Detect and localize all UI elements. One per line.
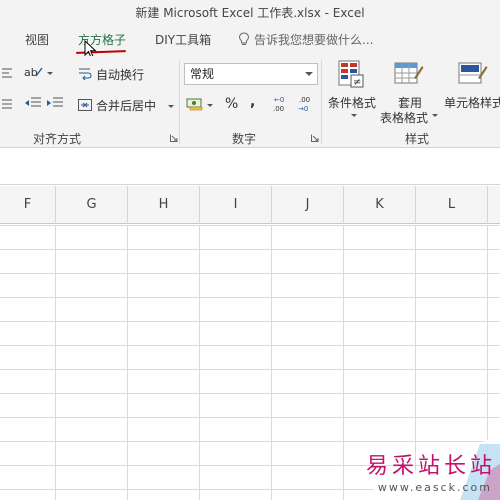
formula-bar-area[interactable]	[0, 149, 500, 185]
column-header-i[interactable]: I	[200, 186, 272, 224]
column-header-f[interactable]: F	[0, 186, 56, 224]
decrease-indent-icon[interactable]	[24, 96, 42, 110]
window-title: 新建 Microsoft Excel 工作表.xlsx - Excel	[0, 0, 500, 26]
increase-decimal-icon[interactable]: ←0 .00	[272, 95, 292, 113]
tab-diy-toolbox[interactable]: DIY工具箱	[155, 26, 211, 56]
conditional-formatting-button[interactable]: ≠ 条件格式	[326, 60, 380, 126]
column-header-l[interactable]: L	[416, 186, 488, 224]
comma-button[interactable]: ,	[250, 94, 255, 110]
watermark-url: www.easck.com	[377, 481, 492, 494]
orientation-icon[interactable]: ab	[24, 64, 46, 80]
chevron-down-icon	[432, 114, 438, 117]
cell-styles-button[interactable]: 单元格样式	[444, 60, 500, 126]
merge-center-dropdown[interactable]	[167, 105, 174, 108]
gridline	[199, 225, 200, 500]
conditional-formatting-label: 条件格式	[328, 96, 377, 110]
chevron-down-icon	[305, 72, 313, 76]
tab-view[interactable]: 视图	[25, 26, 49, 56]
merge-center-icon	[78, 99, 92, 111]
svg-text:≠: ≠	[353, 77, 361, 88]
wrap-text-icon	[79, 68, 92, 81]
gridline	[55, 225, 56, 500]
chevron-down-icon	[351, 114, 357, 117]
column-header-k[interactable]: K	[344, 186, 416, 224]
divider	[321, 60, 322, 144]
tell-me-placeholder: 告诉我您想要做什么...	[254, 33, 374, 47]
svg-text:→0: →0	[298, 105, 308, 113]
column-header-row: F G H I J K L	[0, 186, 500, 224]
merge-center-label: 合并后居中	[96, 99, 157, 113]
svg-text:ab: ab	[24, 66, 38, 79]
wrap-text-button[interactable]: 自动换行	[78, 66, 144, 83]
number-format-value: 常规	[190, 67, 215, 81]
watermark-text: 易采站长站	[365, 454, 496, 479]
styles-group-label: 样式	[405, 132, 430, 146]
divider	[179, 60, 180, 144]
column-header-g[interactable]: G	[56, 186, 128, 224]
number-group-label: 数字	[232, 132, 257, 146]
cell-styles-icon	[458, 62, 488, 84]
alignment-launcher-icon[interactable]	[170, 134, 178, 142]
svg-text:.00: .00	[299, 96, 310, 104]
indent-lines-icon[interactable]	[2, 97, 14, 111]
format-as-table-icon	[394, 62, 424, 84]
percent-button[interactable]: %	[225, 96, 238, 112]
tell-me-box[interactable]: 告诉我您想要做什么...	[238, 26, 373, 56]
gridline	[271, 225, 272, 500]
conditional-formatting-icon: ≠	[338, 60, 364, 88]
lightbulb-icon	[238, 32, 250, 45]
orientation-dropdown[interactable]	[47, 66, 53, 80]
gridline	[343, 225, 344, 500]
currency-dropdown[interactable]	[207, 98, 213, 112]
svg-text:←0: ←0	[274, 96, 284, 104]
align-lines-icon[interactable]	[2, 66, 14, 80]
wrap-text-label: 自动换行	[96, 68, 145, 82]
column-header-j[interactable]: J	[272, 186, 344, 224]
merge-center-button[interactable]: 合并后居中	[78, 97, 174, 114]
alignment-group-label: 对齐方式	[33, 132, 82, 146]
increase-indent-icon[interactable]	[46, 96, 64, 110]
decrease-decimal-icon[interactable]: .00 →0	[296, 95, 316, 113]
cell-styles-label: 单元格样式	[444, 96, 500, 110]
format-as-table-label-line2: 表格格式	[380, 111, 429, 125]
gridline	[127, 225, 128, 500]
format-as-table-button[interactable]: 套用 表格格式	[380, 60, 442, 126]
svg-text:.00: .00	[273, 105, 284, 113]
currency-icon[interactable]	[186, 96, 206, 112]
column-header-h[interactable]: H	[128, 186, 200, 224]
number-format-select[interactable]: 常规	[184, 63, 318, 85]
number-launcher-icon[interactable]	[311, 134, 319, 142]
